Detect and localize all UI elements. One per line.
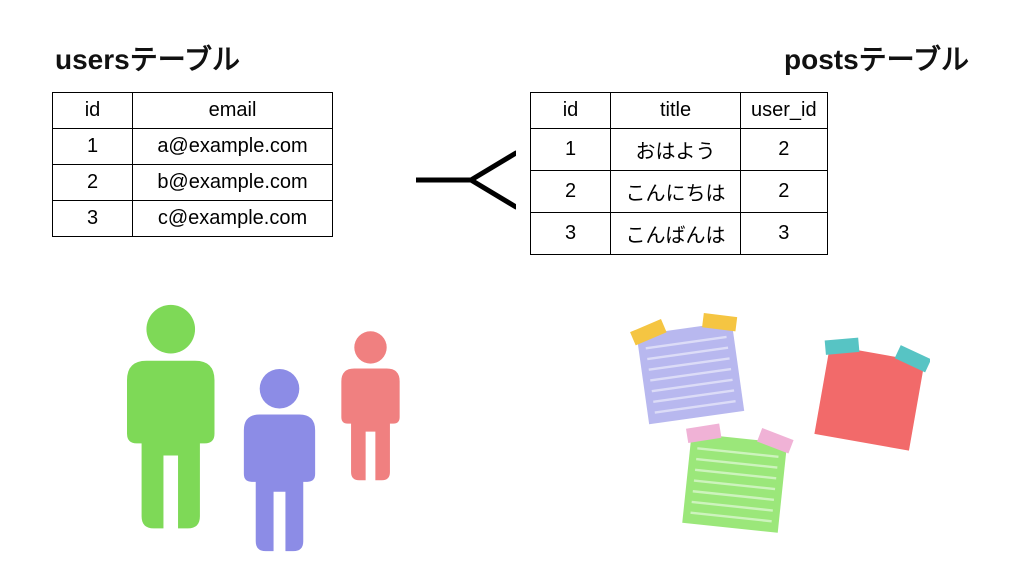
col-id: id <box>531 93 611 129</box>
sticky-note-icon <box>630 310 750 430</box>
table-row: 3 こんばんは 3 <box>531 213 828 255</box>
cell-email: c@example.com <box>133 201 333 237</box>
table-row: 2 こんにちは 2 <box>531 171 828 213</box>
sticky-note-icon <box>675 420 795 540</box>
cell-id: 3 <box>53 201 133 237</box>
cell-title: おはよう <box>611 129 741 171</box>
heading-posts-table: postsテーブル <box>784 38 969 78</box>
sticky-notes-illustration <box>560 310 980 560</box>
table-header-row: id email <box>53 93 333 129</box>
cell-email: a@example.com <box>133 129 333 165</box>
col-id: id <box>53 93 133 129</box>
cell-id: 1 <box>531 129 611 171</box>
cell-id: 2 <box>53 165 133 201</box>
cell-id: 1 <box>53 129 133 165</box>
one-to-many-connector-icon <box>416 145 516 215</box>
sticky-note-icon <box>810 335 930 455</box>
table-row: 1 おはよう 2 <box>531 129 828 171</box>
table-header-row: id title user_id <box>531 93 828 129</box>
col-email: email <box>133 93 333 129</box>
table-row: 3 c@example.com <box>53 201 333 237</box>
col-user-id: user_id <box>741 93 828 129</box>
person-icon <box>330 328 411 490</box>
person-icon <box>110 300 232 543</box>
cell-id: 2 <box>531 171 611 213</box>
people-illustration <box>60 310 480 560</box>
posts-table: id title user_id 1 おはよう 2 2 こんにちは 2 3 こん… <box>530 92 828 255</box>
cell-user-id: 2 <box>741 129 828 171</box>
cell-title: こんばんは <box>611 213 741 255</box>
cell-title: こんにちは <box>611 171 741 213</box>
table-row: 2 b@example.com <box>53 165 333 201</box>
table-row: 1 a@example.com <box>53 129 333 165</box>
cell-id: 3 <box>531 213 611 255</box>
cell-user-id: 2 <box>741 171 828 213</box>
users-table: id email 1 a@example.com 2 b@example.com… <box>52 92 333 237</box>
cell-email: b@example.com <box>133 165 333 201</box>
cell-user-id: 3 <box>741 213 828 255</box>
heading-users-table: usersテーブル <box>55 38 240 78</box>
person-icon <box>230 365 329 563</box>
col-title: title <box>611 93 741 129</box>
